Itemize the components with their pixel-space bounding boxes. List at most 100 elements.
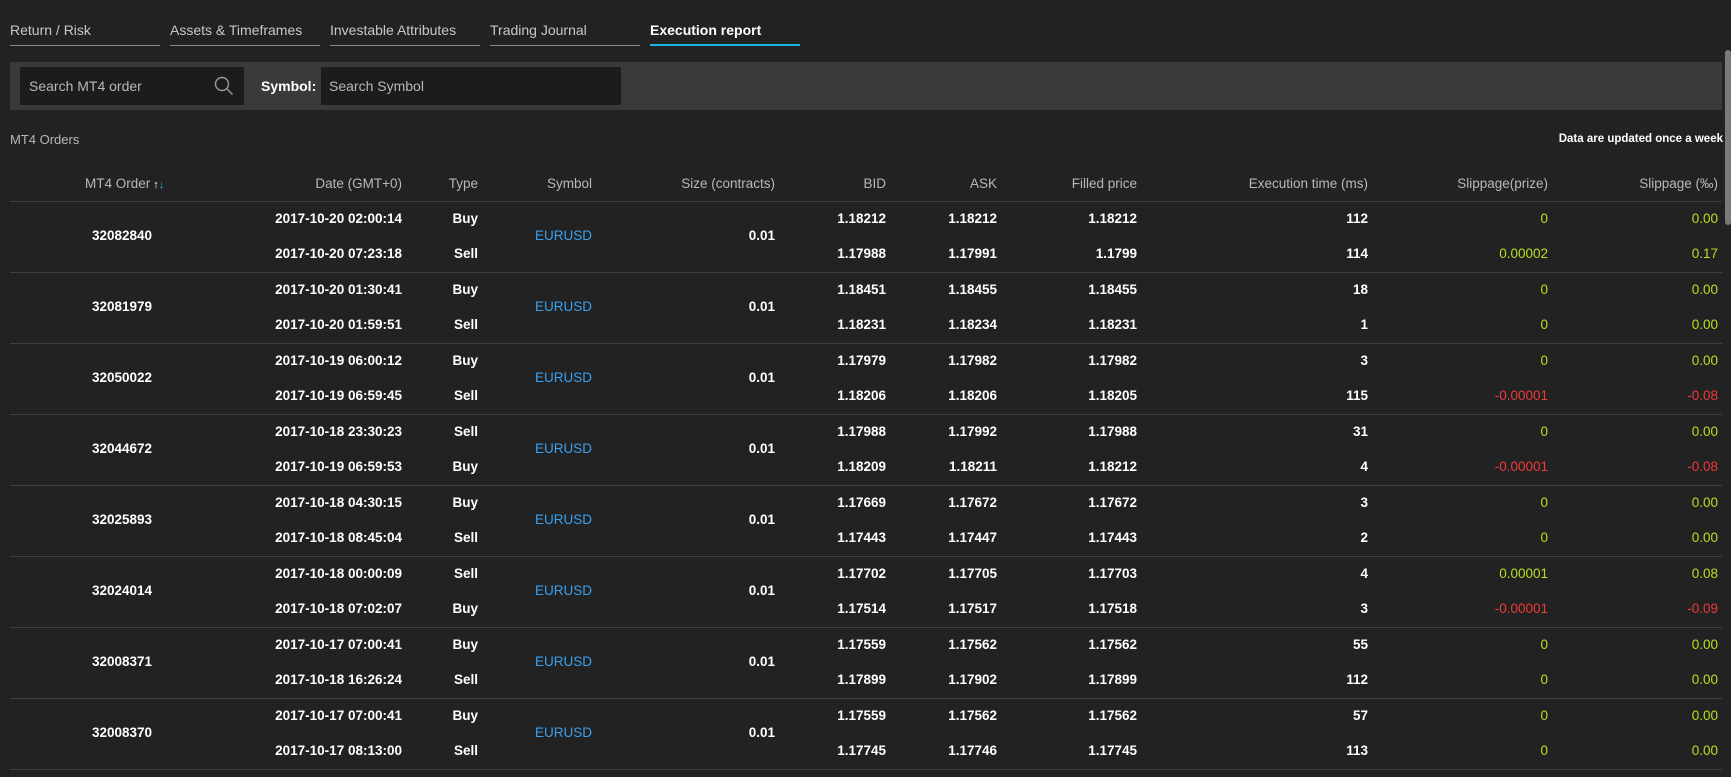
leg-bid: 1.17559 [837, 637, 886, 652]
column-header-slippage-pct[interactable]: Slippage (‰) [1639, 176, 1718, 191]
leg-execution-time: 1 [1360, 317, 1368, 332]
leg-type: Sell [453, 530, 478, 545]
order-size: 0.01 [748, 299, 775, 314]
leg-ask: 1.18212 [948, 211, 997, 226]
order-id: 32024014 [91, 583, 153, 598]
leg-execution-time: 114 [1346, 246, 1368, 261]
sort-icon[interactable]: ↑↓ [153, 179, 164, 191]
leg-type: Sell [453, 388, 478, 403]
leg-date: 2017-10-18 23:30:23 [275, 424, 402, 439]
leg-execution-time: 112 [1346, 672, 1368, 687]
leg-slippage-pct: 0.00 [1691, 282, 1718, 297]
table-row[interactable]: 32082840 EURUSD 0.01 2017-10-20 02:00:14 Buy… [10, 202, 1722, 273]
leg-execution-time: 3 [1360, 601, 1368, 616]
column-header-symbol[interactable]: Symbol [547, 176, 592, 191]
section-title: MT4 Orders [10, 132, 80, 147]
order-search-input[interactable] [20, 67, 210, 105]
leg-slippage-pct: -0.09 [1687, 601, 1718, 616]
leg-bid: 1.18209 [837, 459, 886, 474]
symbol-link[interactable]: EURUSD [535, 512, 592, 527]
leg-bid: 1.17669 [837, 495, 886, 510]
leg-slippage-pct: 0.00 [1691, 708, 1718, 723]
column-header-date[interactable]: Date (GMT+0) [315, 176, 402, 191]
symbol-link[interactable]: EURUSD [535, 441, 592, 456]
leg-bid: 1.17899 [837, 672, 886, 687]
tab-execution-report[interactable]: Execution report [650, 0, 800, 48]
symbol-link[interactable]: EURUSD [535, 583, 592, 598]
tab-trading-journal[interactable]: Trading Journal [490, 0, 640, 48]
column-header-ask[interactable]: ASK [970, 176, 997, 191]
leg-slippage-pct: 0.00 [1691, 743, 1718, 758]
column-header-bid[interactable]: BID [863, 176, 886, 191]
leg-slippage-pct: 0.00 [1691, 495, 1718, 510]
leg-filled-price: 1.17899 [1088, 672, 1137, 687]
leg-date: 2017-10-18 16:26:24 [275, 672, 402, 687]
symbol-link[interactable]: EURUSD [535, 299, 592, 314]
symbol-link[interactable]: EURUSD [535, 370, 592, 385]
column-header-mt4-order[interactable]: MT4 Order ↑↓ [85, 176, 164, 191]
tab-label: Investable Attributes [330, 22, 457, 38]
symbol-link[interactable]: EURUSD [535, 725, 592, 740]
leg-ask: 1.17562 [948, 708, 997, 723]
column-header-type[interactable]: Type [449, 176, 478, 191]
leg-type: Sell [453, 743, 478, 758]
symbol-link[interactable]: EURUSD [535, 654, 592, 669]
column-header-slippage-prize[interactable]: Slippage(prize) [1457, 176, 1548, 191]
table-row[interactable]: 32044672 EURUSD 0.01 2017-10-18 23:30:23 Sel… [10, 415, 1722, 486]
leg-slippage-pct: 0.00 [1691, 637, 1718, 652]
leg-bid: 1.17745 [837, 743, 886, 758]
table-row[interactable]: 32025893 EURUSD 0.01 2017-10-18 04:30:15 Buy… [10, 486, 1722, 557]
column-header-size[interactable]: Size (contracts) [681, 176, 775, 191]
leg-ask: 1.17447 [948, 530, 997, 545]
leg-slippage-prize: 0 [1540, 424, 1548, 439]
tab-investable-attributes[interactable]: Investable Attributes [330, 0, 480, 48]
tab-bar: Return / Risk Assets & Timeframes Invest… [10, 0, 810, 48]
leg-ask: 1.18234 [948, 317, 997, 332]
leg-slippage-prize: -0.00001 [1494, 601, 1548, 616]
tab-underline [490, 45, 640, 46]
leg-slippage-prize: 0 [1540, 708, 1548, 723]
leg-filled-price: 1.18212 [1088, 459, 1137, 474]
order-size: 0.01 [748, 725, 775, 740]
leg-slippage-prize: 0 [1540, 317, 1548, 332]
leg-filled-price: 1.18205 [1088, 388, 1137, 403]
leg-ask: 1.17705 [948, 566, 997, 581]
leg-slippage-prize: 0 [1540, 530, 1548, 545]
leg-slippage-prize: -0.00001 [1494, 459, 1548, 474]
leg-ask: 1.17982 [948, 353, 997, 368]
leg-ask: 1.17672 [948, 495, 997, 510]
table-row[interactable]: 32081979 EURUSD 0.01 2017-10-20 01:30:41 Buy… [10, 273, 1722, 344]
orders-table-body: 32082840 EURUSD 0.01 2017-10-20 02:00:14 Buy… [10, 202, 1722, 770]
table-row[interactable]: 32024014 EURUSD 0.01 2017-10-18 00:00:09 Sel… [10, 557, 1722, 628]
leg-bid: 1.17988 [837, 424, 886, 439]
leg-execution-time: 112 [1346, 211, 1368, 226]
column-header-execution-time[interactable]: Execution time (ms) [1249, 176, 1368, 191]
table-row[interactable]: 32008370 EURUSD 0.01 2017-10-17 07:00:41 Buy… [10, 699, 1722, 770]
leg-slippage-pct: 0.00 [1691, 353, 1718, 368]
order-size: 0.01 [748, 370, 775, 385]
tab-return-risk[interactable]: Return / Risk [10, 0, 160, 48]
table-header: MT4 Order ↑↓ Date (GMT+0) Type Symbol Siz… [10, 166, 1722, 202]
column-header-filled-price[interactable]: Filled price [1072, 176, 1137, 191]
leg-ask: 1.18206 [948, 388, 997, 403]
leg-type: Buy [452, 495, 478, 510]
search-icon[interactable] [214, 76, 234, 96]
table-row[interactable]: 32050022 EURUSD 0.01 2017-10-19 06:00:12 Buy… [10, 344, 1722, 415]
order-id: 32008371 [91, 654, 153, 669]
symbol-link[interactable]: EURUSD [535, 228, 592, 243]
leg-execution-time: 115 [1346, 388, 1368, 403]
leg-filled-price: 1.17443 [1088, 530, 1137, 545]
scrollbar-thumb[interactable] [1725, 50, 1731, 225]
symbol-search-input[interactable] [321, 67, 621, 105]
leg-date: 2017-10-19 06:59:53 [275, 459, 402, 474]
tab-underline [10, 45, 160, 46]
leg-type: Buy [452, 708, 478, 723]
leg-date: 2017-10-20 02:00:14 [275, 211, 402, 226]
tab-assets-timeframes[interactable]: Assets & Timeframes [170, 0, 320, 48]
leg-date: 2017-10-18 08:45:04 [275, 530, 402, 545]
table-row[interactable]: 32008371 EURUSD 0.01 2017-10-17 07:00:41 Buy… [10, 628, 1722, 699]
leg-slippage-prize: 0 [1540, 637, 1548, 652]
leg-date: 2017-10-17 08:13:00 [275, 743, 402, 758]
leg-ask: 1.18211 [948, 459, 997, 474]
leg-execution-time: 57 [1352, 708, 1368, 723]
